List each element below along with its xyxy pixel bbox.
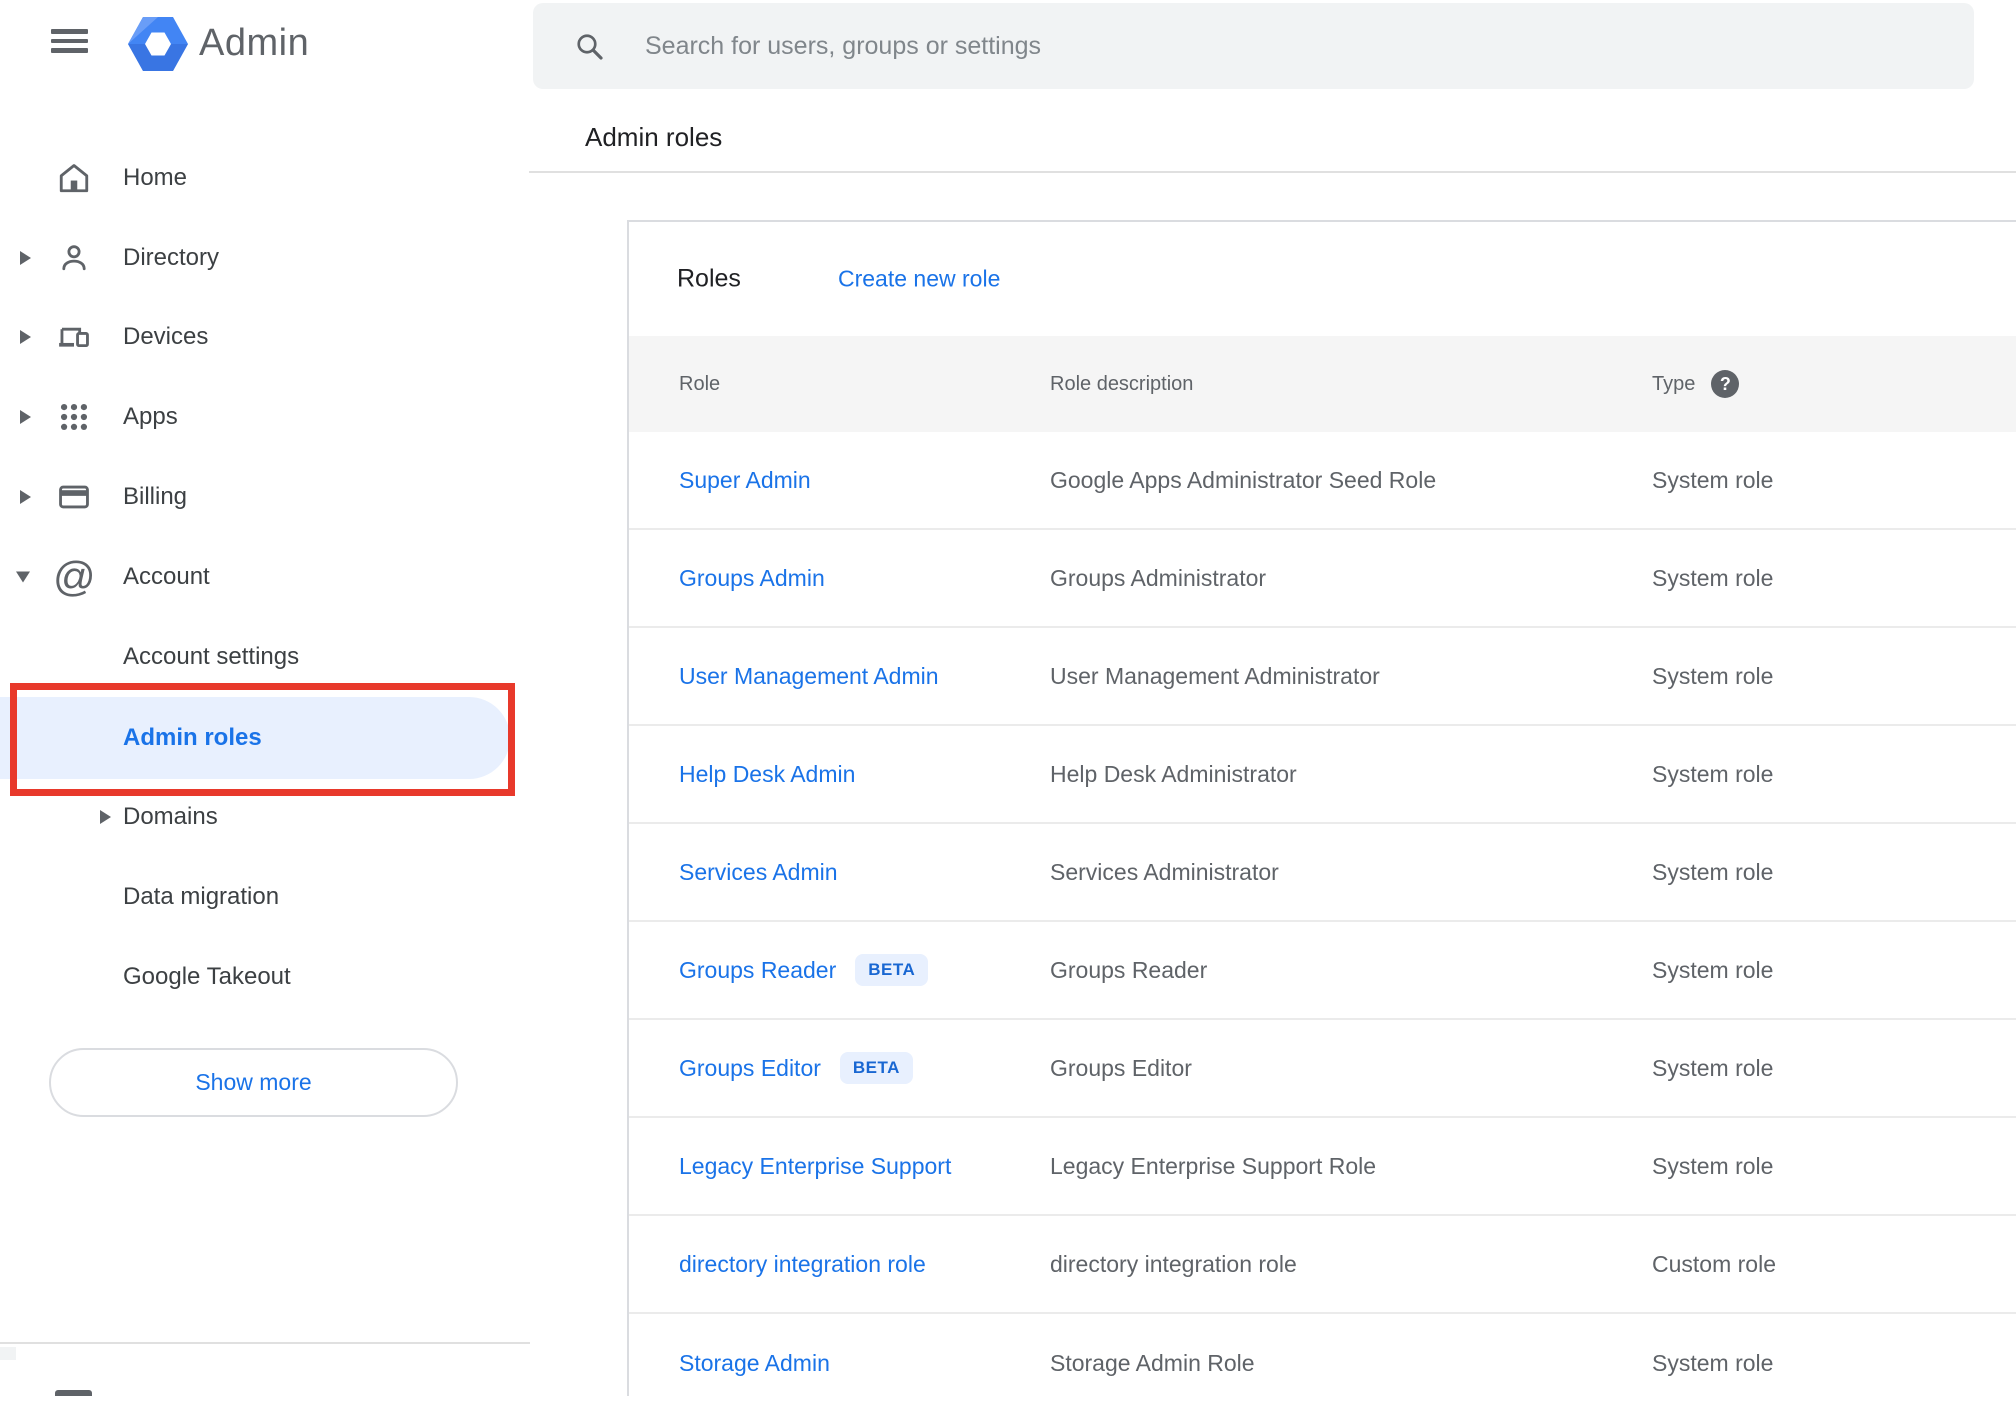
role-type: System role bbox=[1652, 1152, 1774, 1179]
scrollbar-fragment bbox=[0, 1347, 16, 1360]
role-description: directory integration role bbox=[1050, 1250, 1297, 1277]
breadcrumb: Admin roles bbox=[585, 122, 723, 152]
sidebar-item-apps[interactable]: Apps bbox=[0, 377, 515, 457]
menu-button[interactable] bbox=[51, 29, 88, 53]
search-input[interactable] bbox=[533, 3, 1974, 89]
directory-icon bbox=[57, 241, 91, 275]
role-link[interactable]: Legacy Enterprise Support bbox=[679, 1153, 951, 1180]
admin-logo-icon[interactable] bbox=[128, 17, 188, 72]
role-description: Services Administrator bbox=[1050, 858, 1279, 885]
role-description: Legacy Enterprise Support Role bbox=[1050, 1152, 1377, 1179]
role-type: System role bbox=[1652, 1054, 1774, 1081]
role-type: Custom role bbox=[1652, 1250, 1776, 1277]
role-type: System role bbox=[1652, 466, 1774, 493]
sidebar-item-label: Account settings bbox=[123, 643, 300, 670]
sidebar-item-admin-roles[interactable]: Admin roles bbox=[0, 697, 510, 779]
sidebar-item-label: Apps bbox=[123, 403, 178, 430]
role-type: System role bbox=[1652, 1349, 1774, 1376]
role-type: System role bbox=[1652, 858, 1774, 885]
role-link[interactable]: Groups Admin bbox=[679, 565, 825, 592]
sidebar-item-directory[interactable]: Directory bbox=[0, 218, 515, 298]
role-description: Help Desk Administrator bbox=[1050, 760, 1297, 787]
expand-right-icon bbox=[20, 490, 31, 504]
role-description: Storage Admin Role bbox=[1050, 1349, 1255, 1376]
apps-icon bbox=[57, 400, 91, 434]
expand-right-icon bbox=[100, 810, 111, 824]
sidebar-item-label: Account bbox=[123, 563, 210, 590]
sidebar-item-label: Domains bbox=[123, 803, 218, 830]
table-row: Super Admin Google Apps Administrator Se… bbox=[629, 432, 2016, 530]
role-type: System role bbox=[1652, 564, 1774, 591]
sidebar-item-label: Admin roles bbox=[123, 724, 262, 751]
role-link[interactable]: Groups Reader bbox=[679, 957, 836, 984]
hamburger-icon bbox=[51, 29, 88, 34]
beta-badge: BETA bbox=[839, 1052, 913, 1084]
role-type: System role bbox=[1652, 956, 1774, 983]
sidebar-item-account[interactable]: @ Account bbox=[0, 537, 515, 617]
sidebar-item-label: Directory bbox=[123, 244, 220, 271]
sidebar-item-label: Devices bbox=[123, 323, 209, 350]
devices-icon bbox=[57, 320, 91, 354]
account-at-icon: @ bbox=[53, 553, 96, 600]
sidebar-item-google-takeout[interactable]: Google Takeout bbox=[0, 937, 515, 1017]
table-row: Groups Editor BETA Groups Editor System … bbox=[629, 1020, 2016, 1118]
sidebar-divider bbox=[0, 1342, 530, 1344]
column-header-role: Role bbox=[679, 372, 721, 395]
sidebar-item-home[interactable]: Home bbox=[0, 138, 515, 218]
sidebar-item-label: Billing bbox=[123, 483, 188, 510]
billing-icon bbox=[57, 480, 91, 514]
expand-down-icon bbox=[16, 571, 30, 583]
role-description: Groups Reader bbox=[1050, 956, 1208, 983]
role-type: System role bbox=[1652, 760, 1774, 787]
sidebar-item-billing[interactable]: Billing bbox=[0, 457, 515, 537]
table-row: User Management Admin User Management Ad… bbox=[629, 628, 2016, 726]
table-row: Help Desk Admin Help Desk Administrator … bbox=[629, 726, 2016, 824]
role-type: System role bbox=[1652, 662, 1774, 689]
role-link[interactable]: directory integration role bbox=[679, 1251, 926, 1278]
column-header-type: Type bbox=[1652, 372, 1696, 395]
role-link[interactable]: Help Desk Admin bbox=[679, 761, 855, 788]
table-row: directory integration role directory int… bbox=[629, 1216, 2016, 1314]
sidebar-item-label: Data migration bbox=[123, 883, 280, 910]
role-description: Google Apps Administrator Seed Role bbox=[1050, 466, 1437, 493]
role-link[interactable]: User Management Admin bbox=[679, 663, 939, 690]
clipped-next-item-icon bbox=[55, 1390, 92, 1396]
column-header-description: Role description bbox=[1050, 372, 1194, 395]
role-link[interactable]: Storage Admin bbox=[679, 1350, 830, 1377]
help-icon[interactable]: ? bbox=[1711, 370, 1740, 398]
table-row: Groups Reader BETA Groups Reader System … bbox=[629, 922, 2016, 1020]
table-row: Storage Admin Storage Admin Role System … bbox=[629, 1314, 2016, 1412]
role-link[interactable]: Super Admin bbox=[679, 467, 811, 494]
roles-panel: Roles Create new role Role Role descript… bbox=[627, 220, 2016, 1396]
role-link[interactable]: Groups Editor bbox=[679, 1055, 821, 1082]
show-more-button[interactable]: Show more bbox=[49, 1048, 458, 1117]
expand-right-icon bbox=[20, 251, 31, 265]
table-row: Legacy Enterprise Support Legacy Enterpr… bbox=[629, 1118, 2016, 1216]
create-new-role-link[interactable]: Create new role bbox=[838, 266, 1000, 293]
search-bar[interactable] bbox=[533, 3, 1974, 89]
role-description: User Management Administrator bbox=[1050, 662, 1380, 689]
sidebar-item-account-settings[interactable]: Account settings bbox=[0, 617, 515, 697]
table-row: Groups Admin Groups Administrator System… bbox=[629, 530, 2016, 628]
table-header-row: Role Role description Type ? bbox=[629, 336, 2016, 432]
beta-badge: BETA bbox=[855, 954, 929, 986]
expand-right-icon bbox=[20, 410, 31, 424]
role-link[interactable]: Services Admin bbox=[679, 859, 838, 886]
home-icon bbox=[57, 161, 91, 195]
role-description: Groups Administrator bbox=[1050, 564, 1267, 591]
sidebar-item-data-migration[interactable]: Data migration bbox=[0, 857, 515, 937]
table-row: Services Admin Services Administrator Sy… bbox=[629, 824, 2016, 922]
panel-title: Roles bbox=[677, 264, 741, 293]
role-description: Groups Editor bbox=[1050, 1054, 1192, 1081]
sidebar-item-devices[interactable]: Devices bbox=[0, 297, 515, 377]
expand-right-icon bbox=[20, 330, 31, 344]
roles-panel-header: Roles Create new role bbox=[629, 222, 2016, 336]
sidebar-item-label: Home bbox=[123, 164, 188, 191]
header-divider bbox=[529, 171, 2016, 173]
sidebar-item-label: Google Takeout bbox=[123, 963, 291, 990]
product-name: Admin bbox=[199, 22, 310, 64]
sidebar-item-domains[interactable]: Domains bbox=[0, 777, 515, 857]
